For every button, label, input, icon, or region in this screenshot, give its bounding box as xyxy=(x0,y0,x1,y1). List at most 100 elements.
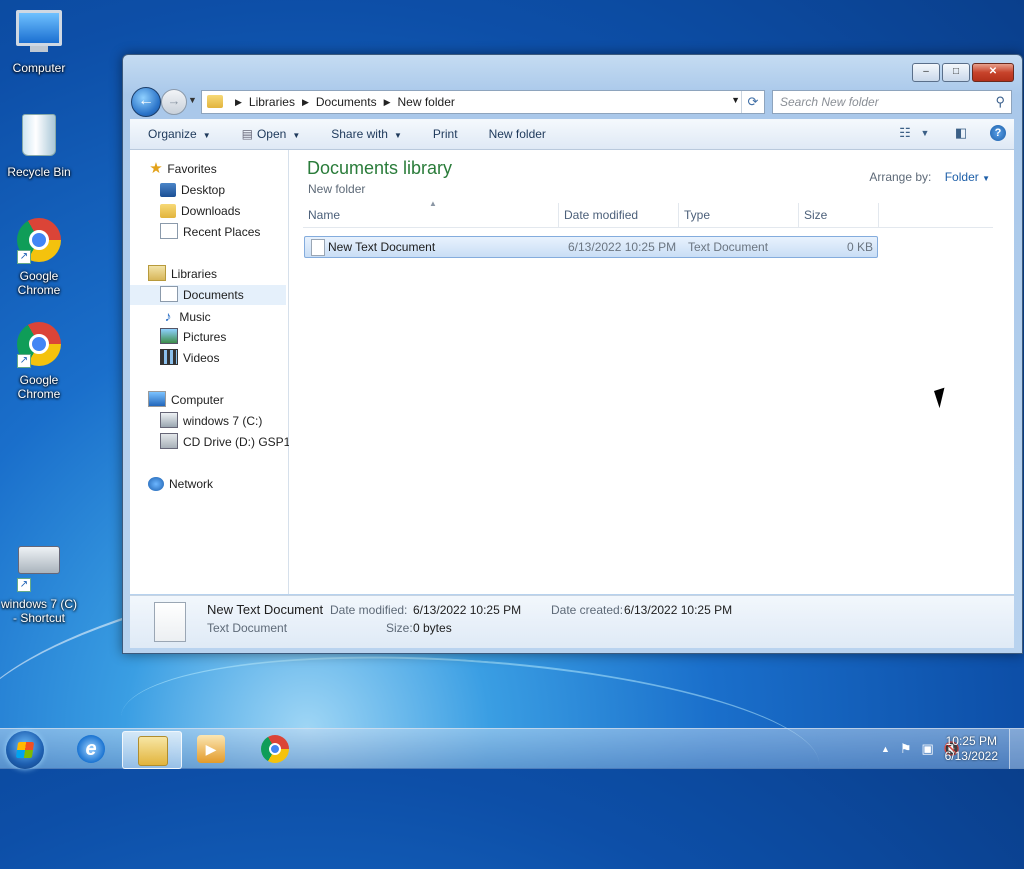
details-pane: New Text Document Text Document Date mod… xyxy=(130,595,1014,648)
desktop-icon-label: Recycle Bin xyxy=(7,165,71,179)
show-desktop-button[interactable] xyxy=(1009,729,1024,769)
column-header-size[interactable]: Size xyxy=(799,203,879,227)
windows-logo-icon xyxy=(15,742,35,758)
library-title: Documents library xyxy=(307,158,453,178)
libraries-icon xyxy=(148,265,166,281)
search-icon[interactable]: ⚲ xyxy=(995,94,1005,110)
taskbar-media-player[interactable]: ▶ xyxy=(182,731,240,767)
taskbar-internet-explorer[interactable]: e xyxy=(62,731,120,767)
network-icon xyxy=(148,477,164,491)
help-icon[interactable]: ? xyxy=(990,125,1006,141)
desktop-icon-drive-shortcut[interactable]: ↗ windows 7 (C) - Shortcut xyxy=(0,534,78,625)
search-placeholder: Search New folder xyxy=(780,95,879,109)
breadcrumb-new-folder[interactable]: New folder xyxy=(398,95,455,109)
show-hidden-icons-icon[interactable]: ▲ xyxy=(881,744,890,754)
nav-libraries[interactable]: Libraries xyxy=(148,264,217,284)
nav-label: Desktop xyxy=(181,183,226,197)
start-button[interactable] xyxy=(6,731,44,769)
recent-places-icon xyxy=(160,223,178,239)
address-dropdown-icon[interactable]: ▼ xyxy=(731,95,740,105)
file-name: New Text Document xyxy=(328,240,436,254)
clock-date: 6/13/2022 xyxy=(944,749,998,763)
clock[interactable]: 10:25 PM 6/13/2022 xyxy=(945,734,998,764)
nav-network[interactable]: Network xyxy=(148,474,213,494)
chevron-down-icon: ▼ xyxy=(202,131,211,140)
command-bar: Organize ▼ ▤ Open ▼ Share with ▼ Print New f… xyxy=(130,119,1014,150)
desktop-icon-recycle-bin[interactable]: Recycle Bin xyxy=(0,110,78,179)
back-button[interactable]: ← xyxy=(131,87,161,117)
nav-computer[interactable]: Computer xyxy=(148,390,224,410)
nav-music[interactable]: ♪ Music xyxy=(160,306,211,326)
recent-pages-dropdown-icon[interactable]: ▼ xyxy=(188,95,197,105)
desktop-icon-label: windows 7 (C) - Shortcut xyxy=(0,597,78,625)
details-size-label: Size: xyxy=(386,621,413,635)
print-button[interactable]: Print xyxy=(415,127,471,141)
nav-favorites[interactable]: ★ Favorites xyxy=(148,159,217,179)
file-date-modified: 6/13/2022 10:25 PM xyxy=(568,240,677,254)
nav-label: Recent Places xyxy=(183,225,261,239)
breadcrumb-documents[interactable]: Documents xyxy=(316,95,377,109)
breadcrumb-separator-icon[interactable]: ▶ xyxy=(302,97,309,108)
nav-downloads[interactable]: Downloads xyxy=(160,201,240,221)
new-folder-button[interactable]: New folder xyxy=(471,127,559,141)
preview-pane-icon[interactable]: ◧ xyxy=(952,125,970,141)
maximize-button[interactable]: □ xyxy=(942,63,970,82)
hard-drive-icon xyxy=(160,412,178,428)
desktop-icon-label: Google Chrome xyxy=(17,373,61,401)
navigation-pane: ★ Favorites Desktop Downloads Recent Pla… xyxy=(130,150,299,594)
search-box[interactable]: Search New folder ⚲ xyxy=(772,90,1012,114)
star-icon: ★ xyxy=(149,160,163,177)
file-row[interactable]: New Text Document 6/13/2022 10:25 PM Tex… xyxy=(304,236,878,258)
desktop-icon-chrome-2[interactable]: ↗ Google Chrome xyxy=(0,320,78,401)
details-size: 0 bytes xyxy=(413,621,452,635)
explorer-window: – □ ✕ ← → ▼ ▶ Libraries ▶ Documents ▶ Ne… xyxy=(122,54,1023,654)
change-view-icon[interactable]: ☷ xyxy=(896,125,914,141)
videos-icon xyxy=(160,349,178,365)
taskbar-windows-explorer[interactable] xyxy=(122,731,182,769)
pictures-icon xyxy=(160,328,178,344)
address-bar[interactable]: ▶ Libraries ▶ Documents ▶ New folder ▼ ⟳ xyxy=(201,90,765,114)
nav-label: Favorites xyxy=(167,162,217,176)
nav-drive-c[interactable]: windows 7 (C:) xyxy=(160,411,262,431)
chrome-icon xyxy=(261,735,289,763)
taskbar: e ▶ ▲ ⚑ ▣ 🔇 10:25 PM 6/13/2022 xyxy=(0,728,1024,769)
text-file-icon xyxy=(154,602,186,642)
clock-time: 10:25 PM xyxy=(945,734,997,748)
nav-drive-d[interactable]: CD Drive (D:) GSP1R xyxy=(160,432,299,452)
desktop-icon-chrome-1[interactable]: ↗ Google Chrome xyxy=(0,216,78,297)
nav-documents[interactable]: Documents xyxy=(130,285,286,305)
nav-label: Pictures xyxy=(183,330,227,344)
minimize-button[interactable]: – xyxy=(912,63,940,82)
open-icon: ▤ xyxy=(241,127,253,141)
breadcrumb-separator-icon[interactable]: ▶ xyxy=(235,97,242,108)
file-list-pane: Documents library New folder Arrange by:… xyxy=(289,150,1014,594)
breadcrumb-separator-icon[interactable]: ▶ xyxy=(384,97,391,108)
chevron-down-icon: ▼ xyxy=(393,131,402,140)
view-dropdown-icon[interactable]: ▼ xyxy=(916,125,934,141)
forward-button[interactable]: → xyxy=(161,89,187,115)
drive-icon: ↗ xyxy=(15,546,63,594)
network-status-icon[interactable]: ▣ xyxy=(922,741,934,757)
breadcrumb-libraries[interactable]: Libraries xyxy=(249,95,295,109)
taskbar-google-chrome[interactable] xyxy=(246,731,304,767)
nav-videos[interactable]: Videos xyxy=(160,348,219,368)
text-file-icon xyxy=(311,239,325,256)
action-center-flag-icon[interactable]: ⚑ xyxy=(900,741,912,757)
nav-label: Network xyxy=(169,477,214,491)
refresh-icon[interactable]: ⟳ xyxy=(741,91,764,113)
nav-desktop[interactable]: Desktop xyxy=(160,180,225,200)
desktop-icon-computer[interactable]: Computer xyxy=(0,8,78,75)
details-file-name: New Text Document xyxy=(207,602,324,617)
column-headers: Name ▲ Date modified Type Size xyxy=(303,199,993,228)
share-with-button[interactable]: Share with ▼ xyxy=(313,127,415,141)
open-button[interactable]: ▤ Open ▼ xyxy=(224,127,314,141)
nav-recent-places[interactable]: Recent Places xyxy=(160,222,260,242)
column-header-type[interactable]: Type xyxy=(679,203,799,227)
column-header-date-modified[interactable]: Date modified xyxy=(559,203,679,227)
window-controls: – □ ✕ xyxy=(910,63,1014,82)
nav-pictures[interactable]: Pictures xyxy=(160,327,226,347)
arrange-by-dropdown[interactable]: Folder ▼ xyxy=(945,170,990,184)
close-button[interactable]: ✕ xyxy=(972,63,1014,82)
organize-button[interactable]: Organize ▼ xyxy=(130,127,224,141)
details-date-created: 6/13/2022 10:25 PM xyxy=(624,603,733,617)
